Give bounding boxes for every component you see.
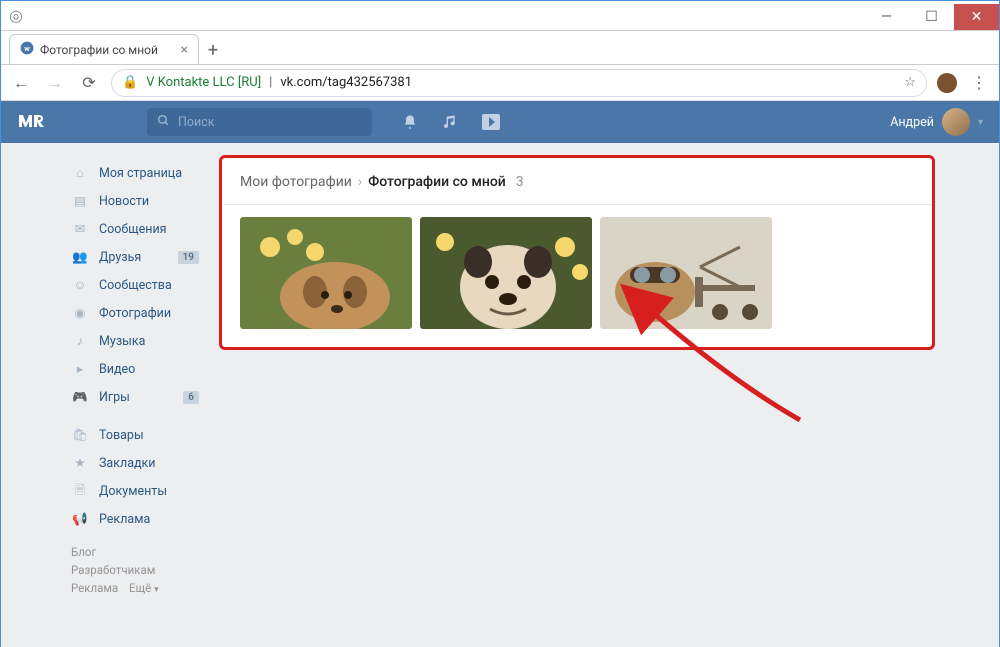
sidebar-item-label: Игры (99, 390, 130, 405)
games-icon: 🎮 (71, 390, 89, 405)
photo-thumbnail[interactable] (240, 217, 412, 329)
svg-text:w: w (24, 44, 30, 53)
sidebar-item-label: Друзья (99, 250, 141, 265)
sidebar-item-music[interactable]: ♪ Музыка (65, 327, 205, 355)
breadcrumb-current: Фотографии со мной (368, 174, 506, 190)
browser-toolbar: ← → ⟳ 🔒 V Kontakte LLC [RU] | vk.com/tag… (1, 65, 999, 101)
friends-icon: 👥 (71, 250, 89, 265)
vk-username: Андрей (890, 115, 934, 130)
sidebar-item-label: Документы (99, 484, 167, 499)
bookmark-icon[interactable]: ☆ (904, 75, 916, 90)
sidebar-footer: Блог Разработчикам Реклама Ещё ▾ (65, 533, 205, 609)
video-play-icon[interactable] (482, 113, 500, 131)
sidebar-item-games[interactable]: 🎮 Игры 6 (65, 383, 205, 411)
browser-tabstrip: w Фотографии со мной × + (1, 31, 999, 65)
forward-button[interactable]: → (43, 71, 67, 95)
sidebar-item-label: Музыка (99, 334, 145, 349)
notifications-icon[interactable] (402, 113, 420, 131)
window-titlebar: ◎ — ☐ ✕ (1, 1, 999, 31)
sidebar-item-my-page[interactable]: ⌂ Моя страница (65, 159, 205, 187)
window-maximize-button[interactable]: ☐ (909, 4, 954, 30)
sidebar-item-label: Сообщества (99, 278, 172, 293)
extension-icon[interactable] (937, 73, 957, 93)
addr-separator: | (269, 75, 272, 90)
sidebar-item-label: Моя страница (99, 166, 182, 181)
chevron-right-icon: › (358, 174, 362, 190)
sidebar-item-docs[interactable]: 🗎 Документы (65, 477, 205, 505)
sidebar-item-label: Реклама (99, 512, 150, 527)
tab-title: Фотографии со мной (40, 43, 175, 57)
badge: 6 (183, 391, 199, 404)
music-icon[interactable] (442, 113, 460, 131)
groups-icon: ☺ (71, 278, 89, 293)
messages-icon: ✉ (71, 221, 89, 237)
home-icon: ⌂ (71, 166, 89, 181)
reload-button[interactable]: ⟳ (77, 71, 101, 95)
docs-icon: 🗎 (71, 481, 89, 502)
video-icon: ▸ (71, 361, 89, 377)
browser-app-icon: ◎ (1, 6, 31, 25)
sidebar-item-news[interactable]: ▤ Новости (65, 187, 205, 215)
badge: 19 (178, 251, 199, 264)
search-placeholder: Поиск (178, 115, 215, 130)
avatar-icon (942, 108, 970, 136)
lock-icon: 🔒 (122, 75, 138, 90)
address-bar[interactable]: 🔒 V Kontakte LLC [RU] | vk.com/tag432567… (111, 69, 927, 97)
footer-link-more[interactable]: Ещё ▾ (129, 581, 159, 595)
photos-panel: Мои фотографии › Фотографии со мной 3 (219, 155, 935, 350)
vk-header: Поиск Андрей ▾ (1, 101, 999, 143)
photo-grid (222, 205, 932, 347)
photos-icon: ◉ (71, 305, 89, 321)
sidebar-item-label: Товары (99, 428, 144, 443)
sidebar-item-friends[interactable]: 👥 Друзья 19 (65, 243, 205, 271)
addr-company-label: V Kontakte LLC [RU] (146, 75, 261, 90)
sidebar-item-video[interactable]: ▸ Видео (65, 355, 205, 383)
sidebar-item-label: Новости (99, 194, 149, 209)
sidebar-item-ads[interactable]: 📢 Реклама (65, 505, 205, 533)
sidebar: ⌂ Моя страница ▤ Новости ✉ Сообщения 👥 Друзь… (65, 155, 205, 647)
bookmark-icon: ★ (71, 455, 89, 471)
breadcrumb-root[interactable]: Мои фотографии (240, 174, 352, 190)
market-icon: 🛍 (71, 428, 89, 443)
vk-user-menu[interactable]: Андрей ▾ (890, 108, 983, 136)
sidebar-item-messages[interactable]: ✉ Сообщения (65, 215, 205, 243)
photo-thumbnail[interactable] (600, 217, 772, 329)
photo-thumbnail[interactable] (420, 217, 592, 329)
search-icon (157, 114, 170, 131)
browser-tab[interactable]: w Фотографии со мной × (9, 34, 199, 64)
window-close-button[interactable]: ✕ (954, 4, 999, 30)
sidebar-item-label: Видео (99, 362, 135, 377)
sidebar-item-label: Сообщения (99, 222, 167, 237)
music-note-icon: ♪ (71, 334, 89, 349)
sidebar-item-groups[interactable]: ☺ Сообщества (65, 271, 205, 299)
sidebar-item-label: Фотографии (99, 306, 171, 321)
new-tab-button[interactable]: + (199, 36, 227, 64)
footer-link-devs[interactable]: Разработчикам (71, 563, 155, 577)
breadcrumb: Мои фотографии › Фотографии со мной 3 (222, 158, 932, 205)
back-button[interactable]: ← (9, 71, 33, 95)
browser-menu-icon[interactable]: ⋮ (967, 73, 991, 92)
footer-link-blog[interactable]: Блог (71, 545, 96, 559)
sidebar-item-market[interactable]: 🛍 Товары (65, 421, 205, 449)
chevron-down-icon: ▾ (154, 585, 159, 595)
ads-icon: 📢 (71, 512, 89, 527)
footer-link-ads[interactable]: Реклама (71, 581, 118, 595)
news-icon: ▤ (71, 193, 89, 209)
sidebar-item-photos[interactable]: ◉ Фотографии (65, 299, 205, 327)
vk-logo-icon[interactable] (17, 113, 57, 131)
vk-search-input[interactable]: Поиск (147, 108, 372, 136)
chevron-down-icon: ▾ (978, 117, 983, 128)
tab-close-icon[interactable]: × (181, 42, 188, 58)
sidebar-item-label: Закладки (99, 456, 156, 471)
window-minimize-button[interactable]: — (864, 4, 909, 30)
sidebar-item-bookmarks[interactable]: ★ Закладки (65, 449, 205, 477)
addr-url: vk.com/tag432567381 (280, 75, 412, 90)
vk-favicon-icon: w (20, 41, 34, 58)
breadcrumb-count: 3 (516, 174, 524, 190)
